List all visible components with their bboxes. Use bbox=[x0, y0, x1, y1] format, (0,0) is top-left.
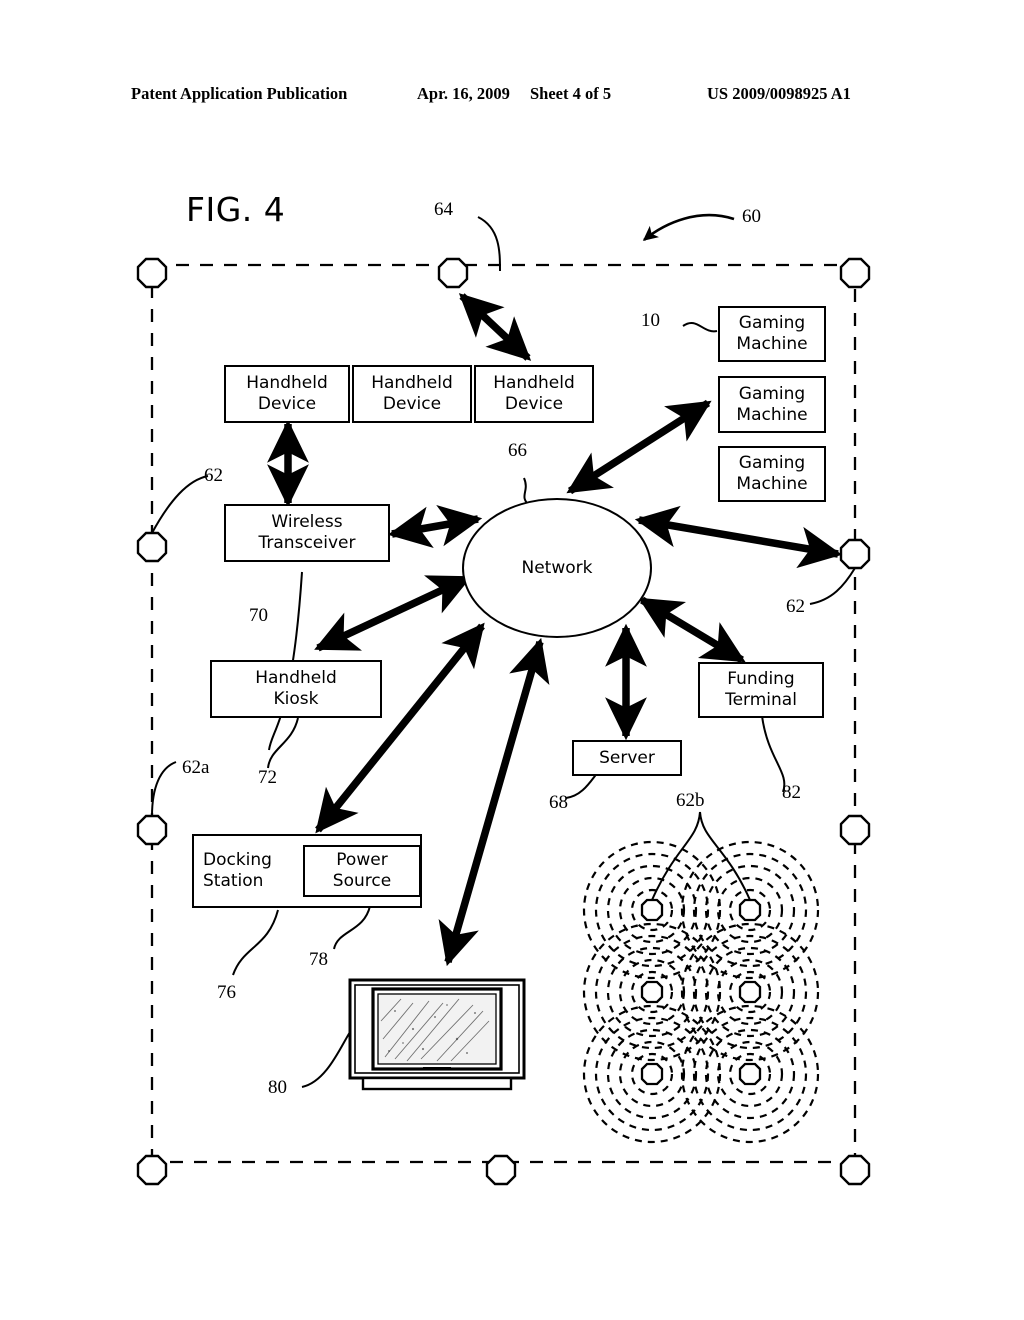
ref-10: 10 bbox=[641, 310, 660, 331]
octagon-icon bbox=[738, 898, 762, 922]
leader-64 bbox=[477, 216, 501, 272]
funding-terminal[interactable]: Funding Terminal bbox=[698, 662, 824, 718]
gaming-machine-1[interactable]: Gaming Machine bbox=[718, 306, 826, 362]
leader-78 bbox=[333, 905, 371, 950]
octagon-icon bbox=[136, 257, 168, 289]
ref-70: 70 bbox=[249, 605, 268, 626]
octagon-icon bbox=[640, 980, 664, 1004]
ref-62a: 62a bbox=[182, 757, 210, 778]
ref-66: 66 bbox=[508, 440, 527, 461]
figure-canvas: FIG. 4 Handheld Device Handheld Device H… bbox=[0, 0, 1024, 1320]
leader-62-left bbox=[151, 475, 209, 534]
wireless-transceiver[interactable]: Wireless Transceiver bbox=[224, 504, 390, 562]
octagon-icon bbox=[839, 257, 871, 289]
leader-62b bbox=[651, 811, 701, 901]
arrow-node64-handheld3 bbox=[458, 293, 532, 361]
figure-line-art bbox=[136, 213, 871, 1186]
ref-80: 80 bbox=[268, 1077, 287, 1098]
octagon-icon bbox=[640, 898, 664, 922]
ref-72: 72 bbox=[258, 767, 277, 788]
ref-82: 82 bbox=[782, 782, 801, 803]
octagon-icon bbox=[839, 1154, 871, 1186]
octagon-icon bbox=[640, 1062, 664, 1086]
handheld-device-2[interactable]: Handheld Device bbox=[352, 365, 472, 423]
octagon-icon bbox=[136, 814, 168, 846]
arrow-network-kiosk bbox=[314, 574, 472, 652]
crt-television-icon bbox=[348, 978, 526, 1091]
network-label: Network bbox=[521, 558, 593, 578]
arrow-network-docking bbox=[315, 622, 485, 834]
arrow-network-television bbox=[438, 637, 550, 967]
octagon-icon bbox=[738, 1062, 762, 1086]
leader-76 bbox=[232, 909, 279, 976]
leader-10 bbox=[682, 321, 718, 333]
octagon-icon bbox=[738, 980, 762, 1004]
ref-62-left: 62 bbox=[204, 465, 223, 486]
power-source[interactable]: Power Source bbox=[303, 845, 421, 897]
handheld-device-3[interactable]: Handheld Device bbox=[474, 365, 594, 423]
octagon-icon bbox=[136, 1154, 168, 1186]
octagon-icon bbox=[839, 538, 871, 570]
cell-coverage-array bbox=[582, 840, 820, 1144]
ref-78: 78 bbox=[309, 949, 328, 970]
ref-76: 76 bbox=[217, 982, 236, 1003]
server[interactable]: Server bbox=[572, 740, 682, 776]
octagon-icon bbox=[485, 1154, 517, 1186]
ref-62b: 62b bbox=[676, 790, 705, 811]
leader-62a bbox=[151, 761, 177, 817]
network-node[interactable]: Network bbox=[462, 498, 652, 638]
gaming-machine-2[interactable]: Gaming Machine bbox=[718, 376, 826, 433]
leader-62-right bbox=[809, 567, 856, 605]
leader-80 bbox=[301, 1031, 351, 1088]
handheld-kiosk[interactable]: Handheld Kiosk bbox=[210, 660, 382, 718]
octagon-icon bbox=[839, 814, 871, 846]
leader-82 bbox=[761, 715, 786, 793]
arrow-transceiver-network bbox=[387, 505, 483, 548]
octagon-icon bbox=[136, 531, 168, 563]
ref-64: 64 bbox=[434, 199, 453, 220]
ref-68: 68 bbox=[549, 792, 568, 813]
arrow-network-boundary-right bbox=[634, 505, 843, 569]
ref-62-right: 62 bbox=[786, 596, 805, 617]
arrow-network-funding bbox=[638, 596, 746, 664]
handheld-device-1[interactable]: Handheld Device bbox=[224, 365, 350, 423]
octagon-icon bbox=[437, 257, 469, 289]
leader-60 bbox=[642, 213, 735, 242]
ref-60: 60 bbox=[742, 206, 761, 227]
gaming-machine-3[interactable]: Gaming Machine bbox=[718, 446, 826, 502]
leader-72 bbox=[267, 717, 299, 769]
